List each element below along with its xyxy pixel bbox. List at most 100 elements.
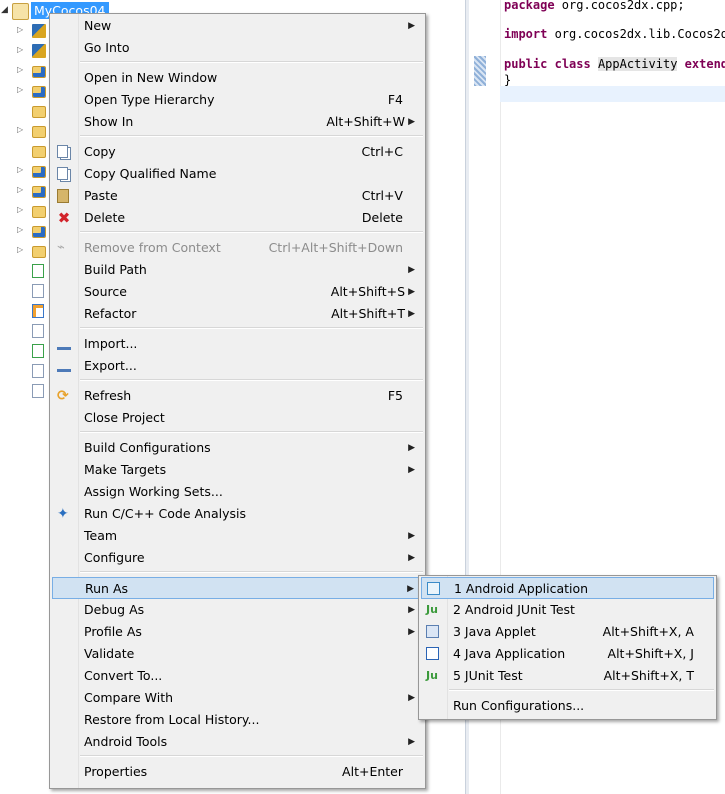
menu-item-java-applet[interactable]: 3 Java Applet Alt+Shift+X, A bbox=[421, 621, 714, 643]
menu-item-validate[interactable]: Validate bbox=[52, 643, 423, 665]
tree-item[interactable]: ▷ bbox=[0, 242, 48, 260]
package-folder-icon bbox=[32, 66, 46, 78]
tree-item[interactable] bbox=[0, 282, 48, 300]
menu-separator bbox=[80, 231, 423, 233]
menu-separator bbox=[80, 327, 423, 329]
library-icon bbox=[32, 24, 46, 38]
menu-item-paste[interactable]: Paste Ctrl+V bbox=[52, 185, 423, 207]
tree-item[interactable] bbox=[0, 262, 48, 280]
code-analysis-icon: ✦ bbox=[57, 506, 69, 522]
tree-item[interactable]: ▷ bbox=[0, 162, 48, 180]
menu-item-copy[interactable]: Copy Ctrl+C bbox=[52, 141, 423, 163]
menu-item-build-configurations[interactable]: Build Configurations ▶ bbox=[52, 437, 423, 459]
menu-item-junit-test[interactable]: Ju 5 JUnit Test Alt+Shift+X, T bbox=[421, 665, 714, 687]
tree-item[interactable] bbox=[0, 102, 48, 120]
expand-arrow-icon[interactable]: ▷ bbox=[17, 225, 23, 234]
menu-item-android-junit-test[interactable]: Ju 2 Android JUnit Test bbox=[421, 599, 714, 621]
menu-item-show-in[interactable]: Show In Alt+Shift+W ▶ bbox=[52, 111, 423, 133]
package-folder-icon bbox=[32, 166, 46, 178]
menu-item-copy-qualified-name[interactable]: Copy Qualified Name bbox=[52, 163, 423, 185]
library-icon bbox=[32, 44, 46, 58]
menu-separator bbox=[80, 571, 423, 573]
menu-item-android-tools[interactable]: Android Tools ▶ bbox=[52, 731, 423, 753]
menu-separator bbox=[80, 61, 423, 63]
android-application-icon bbox=[427, 582, 440, 595]
expand-arrow-icon[interactable]: ▷ bbox=[17, 65, 23, 74]
expand-arrow-icon[interactable]: ▷ bbox=[17, 85, 23, 94]
menu-item-debug-as[interactable]: Debug As ▶ bbox=[52, 599, 423, 621]
project-icon bbox=[12, 3, 29, 20]
menu-item-refresh[interactable]: ⟳ Refresh F5 bbox=[52, 385, 423, 407]
menu-item-assign-working-sets[interactable]: Assign Working Sets... bbox=[52, 481, 423, 503]
expand-arrow-icon[interactable]: ◢ bbox=[1, 5, 8, 15]
menu-item-java-application[interactable]: 4 Java Application Alt+Shift+X, J bbox=[421, 643, 714, 665]
tree-item[interactable]: ▷ bbox=[0, 22, 48, 40]
menu-item-profile-as[interactable]: Profile As ▶ bbox=[52, 621, 423, 643]
tree-item[interactable]: ▷ bbox=[0, 62, 48, 80]
menu-item-export[interactable]: Export... bbox=[52, 355, 423, 377]
tree-item[interactable] bbox=[0, 342, 48, 360]
menu-item-make-targets[interactable]: Make Targets ▶ bbox=[52, 459, 423, 481]
junit-icon: Ju bbox=[426, 669, 438, 682]
code-text[interactable]: package org.cocos2dx.cpp; import org.coc… bbox=[504, 0, 725, 87]
delete-icon: ✖ bbox=[57, 209, 71, 227]
menu-item-android-application[interactable]: 1 Android Application bbox=[421, 577, 714, 599]
file-icon bbox=[32, 364, 44, 378]
menu-item-close-project[interactable]: Close Project bbox=[52, 407, 423, 429]
menu-item-properties[interactable]: Properties Alt+Enter bbox=[52, 761, 423, 783]
expand-arrow-icon[interactable]: ▷ bbox=[17, 165, 23, 174]
expand-arrow-icon[interactable]: ▷ bbox=[17, 205, 23, 214]
package-folder-icon bbox=[32, 86, 46, 98]
expand-arrow-icon[interactable]: ▷ bbox=[17, 45, 23, 54]
tree-item[interactable]: ▷ bbox=[0, 202, 48, 220]
tree-item[interactable] bbox=[0, 362, 48, 380]
menu-separator bbox=[80, 135, 423, 137]
tree-item[interactable]: ▷ bbox=[0, 82, 48, 100]
xml-file-icon bbox=[32, 344, 44, 358]
context-menu: New ▶ Go Into Open in New Window Open Typ… bbox=[49, 13, 426, 789]
menu-item-team[interactable]: Team ▶ bbox=[52, 525, 423, 547]
expand-arrow-icon[interactable]: ▷ bbox=[17, 25, 23, 34]
tree-item[interactable]: ▷ bbox=[0, 222, 48, 240]
menu-item-go-into[interactable]: Go Into bbox=[52, 37, 423, 59]
menu-item-run-code-analysis[interactable]: ✦ Run C/C++ Code Analysis bbox=[52, 503, 423, 525]
menu-item-run-configurations[interactable]: Run Configurations... bbox=[421, 695, 714, 717]
tree-item[interactable] bbox=[0, 142, 48, 160]
file-icon bbox=[32, 284, 44, 298]
import-icon bbox=[57, 339, 71, 350]
menu-item-run-as[interactable]: Run As ▶ bbox=[52, 577, 423, 599]
android-junit-icon: Ju bbox=[426, 603, 438, 616]
tree-item[interactable] bbox=[0, 302, 48, 320]
submenu-arrow-icon: ▶ bbox=[408, 443, 415, 453]
code-line-class: public class AppActivity extends bbox=[504, 57, 725, 71]
java-file-icon bbox=[32, 304, 44, 318]
menu-item-new[interactable]: New ▶ bbox=[52, 15, 423, 37]
menu-item-remove-from-context[interactable]: ⌁ Remove from Context Ctrl+Alt+Shift+Down bbox=[52, 237, 423, 259]
menu-item-delete[interactable]: ✖ Delete Delete bbox=[52, 207, 423, 229]
menu-item-refactor[interactable]: Refactor Alt+Shift+T ▶ bbox=[52, 303, 423, 325]
folder-icon bbox=[32, 146, 46, 158]
menu-item-convert-to[interactable]: Convert To... bbox=[52, 665, 423, 687]
submenu-arrow-icon: ▶ bbox=[408, 553, 415, 563]
menu-item-open-type-hierarchy[interactable]: Open Type Hierarchy F4 bbox=[52, 89, 423, 111]
tree-item[interactable]: ▷ bbox=[0, 122, 48, 140]
tree-item[interactable] bbox=[0, 322, 48, 340]
menu-separator bbox=[449, 689, 714, 691]
tree-item[interactable] bbox=[0, 382, 48, 400]
menu-item-restore-local-history[interactable]: Restore from Local History... bbox=[52, 709, 423, 731]
menu-item-configure[interactable]: Configure ▶ bbox=[52, 547, 423, 569]
expand-arrow-icon[interactable]: ▷ bbox=[17, 245, 23, 254]
menu-item-open-new-window[interactable]: Open in New Window bbox=[52, 67, 423, 89]
menu-item-import[interactable]: Import... bbox=[52, 333, 423, 355]
xml-file-icon bbox=[32, 264, 44, 278]
copy-icon bbox=[57, 145, 68, 158]
tree-item[interactable]: ▷ bbox=[0, 42, 48, 60]
menu-item-build-path[interactable]: Build Path ▶ bbox=[52, 259, 423, 281]
expand-arrow-icon[interactable]: ▷ bbox=[17, 185, 23, 194]
expand-arrow-icon[interactable]: ▷ bbox=[17, 125, 23, 134]
menu-item-source[interactable]: Source Alt+Shift+S ▶ bbox=[52, 281, 423, 303]
menu-item-compare-with[interactable]: Compare With ▶ bbox=[52, 687, 423, 709]
package-folder-icon bbox=[32, 226, 46, 238]
change-marker-icon bbox=[474, 56, 486, 86]
tree-item[interactable]: ▷ bbox=[0, 182, 48, 200]
